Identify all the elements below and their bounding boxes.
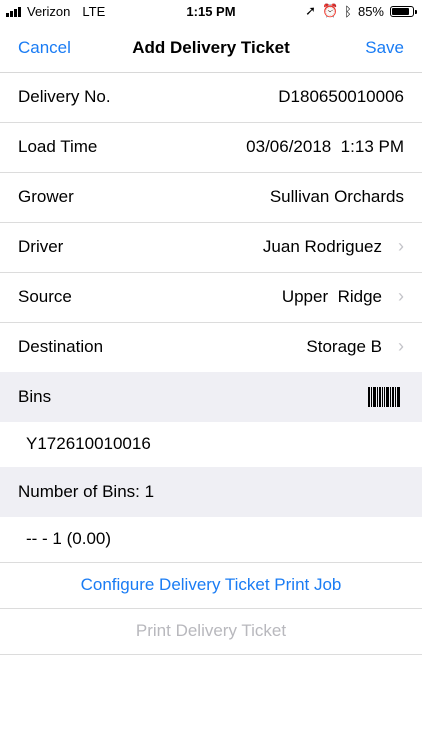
bin-count-section-header: Number of Bins: 1 [0, 467, 422, 517]
field-value: Sullivan Orchards [269, 187, 404, 206]
chevron-right-icon: › [398, 286, 404, 306]
field-source[interactable]: Source Upper Ridge › [0, 273, 422, 323]
form-list: Delivery No. D180650010006 Load Time 03/… [0, 73, 422, 655]
barcode-scan-icon[interactable] [368, 387, 400, 407]
field-value: Juan Rodriguez [262, 237, 382, 256]
field-label: Driver [18, 237, 64, 256]
field-value: 03/06/2018 1:13 PM [246, 137, 404, 156]
battery-fill [392, 7, 409, 15]
status-bar: Verizon LTE 1:15 PM ➚ ⏰ ᛒ 85% [0, 0, 422, 24]
battery-percent: 85% [357, 3, 384, 19]
field-value: Upper Ridge [281, 287, 382, 306]
chevron-right-icon: › [398, 236, 404, 256]
chevron-right-icon: › [398, 336, 404, 356]
bluetooth-icon: ᛒ [344, 3, 352, 19]
bins-section-header: Bins [0, 372, 422, 422]
bin-count-label: Number of Bins: 1 [18, 482, 155, 501]
field-label: Destination [18, 337, 104, 356]
field-driver[interactable]: Driver Juan Rodriguez › [0, 223, 422, 273]
page-title: Add Delivery Ticket [132, 38, 290, 57]
configure-print-job-label: Configure Delivery Ticket Print Job [80, 575, 342, 594]
print-ticket-button[interactable]: Print Delivery Ticket [0, 609, 422, 655]
field-label: Load Time [18, 137, 98, 156]
field-load-time[interactable]: Load Time 03/06/2018 1:13 PM [0, 123, 422, 173]
location-arrow-icon: ➚ [305, 3, 316, 18]
field-value: D180650010006 [278, 87, 404, 106]
bin-list-item[interactable]: Y172610010016 [0, 422, 422, 467]
navigation-bar: Cancel Add Delivery Ticket Save [0, 24, 422, 73]
battery-icon [390, 5, 417, 17]
field-value: Storage B [306, 337, 382, 356]
field-label: Source [18, 287, 72, 306]
print-ticket-label: Print Delivery Ticket [135, 621, 287, 640]
field-label: Grower [18, 187, 74, 206]
field-grower: Grower Sullivan Orchards [0, 173, 422, 223]
save-button[interactable]: Save [365, 38, 404, 58]
bin-count-item[interactable]: -- - 1 (0.00) [0, 517, 422, 563]
field-label: Delivery No. [18, 87, 111, 106]
bin-count-entry: -- - 1 (0.00) [26, 529, 112, 548]
bins-label: Bins [18, 387, 52, 406]
field-delivery-no: Delivery No. D180650010006 [0, 73, 422, 123]
status-right: ➚ ⏰ ᛒ 85% [305, 3, 417, 19]
configure-print-job-button[interactable]: Configure Delivery Ticket Print Job [0, 563, 422, 609]
field-destination[interactable]: Destination Storage B › [0, 323, 422, 372]
alarm-icon: ⏰ [321, 3, 339, 18]
bin-id: Y172610010016 [26, 434, 151, 453]
